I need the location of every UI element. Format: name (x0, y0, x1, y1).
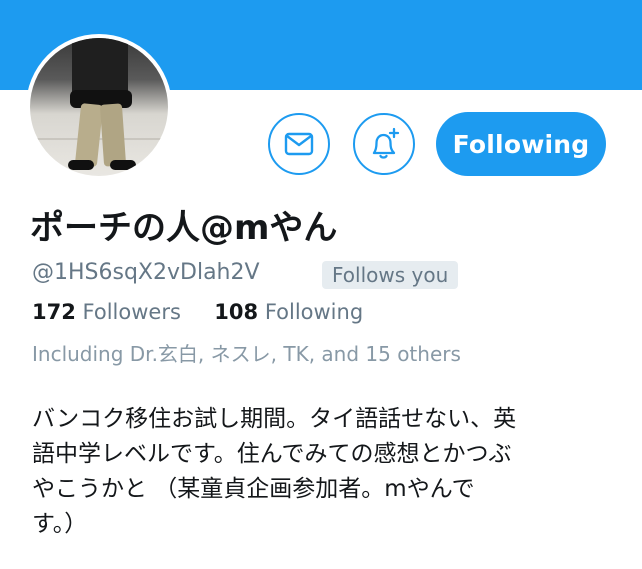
following-button[interactable]: Following (436, 112, 606, 176)
display-name: ポーチの人@mやん (30, 208, 338, 248)
bio-line: 語中学レベルです。住んでみての感想とかつぶ (32, 441, 512, 467)
message-button[interactable] (268, 113, 330, 175)
followers-link[interactable]: 172 Followers (32, 300, 188, 324)
bell-plus-icon (372, 127, 400, 159)
envelope-icon (284, 132, 314, 156)
following-label: Following (264, 300, 364, 324)
bio-line: やこうかと （某童貞企画参加者。mやんで (32, 476, 475, 502)
notifications-button[interactable] (353, 113, 415, 175)
avatar[interactable] (26, 34, 172, 180)
following-link[interactable]: 108 Following (214, 300, 363, 324)
follows-you-badge: Follows you (322, 261, 459, 289)
bio-line: バンコク移住お試し期間。タイ語話せない、英 (32, 406, 517, 432)
following-count: 108 (214, 300, 259, 324)
handle: @1HS6sqX2vDlah2V (32, 260, 260, 285)
followed-by-text[interactable]: Including Dr.玄白, ネスレ, TK, and 15 others (32, 338, 461, 367)
avatar-photo (30, 38, 168, 176)
follow-stats: 172 Followers 108 Following (32, 300, 363, 324)
followers-count: 172 (32, 300, 76, 324)
followers-label: Followers (82, 300, 181, 324)
bio: バンコク移住お試し期間。タイ語話せない、英 語中学レベルです。住んでみての感想と… (32, 402, 602, 542)
bio-line: す。） (32, 511, 88, 537)
